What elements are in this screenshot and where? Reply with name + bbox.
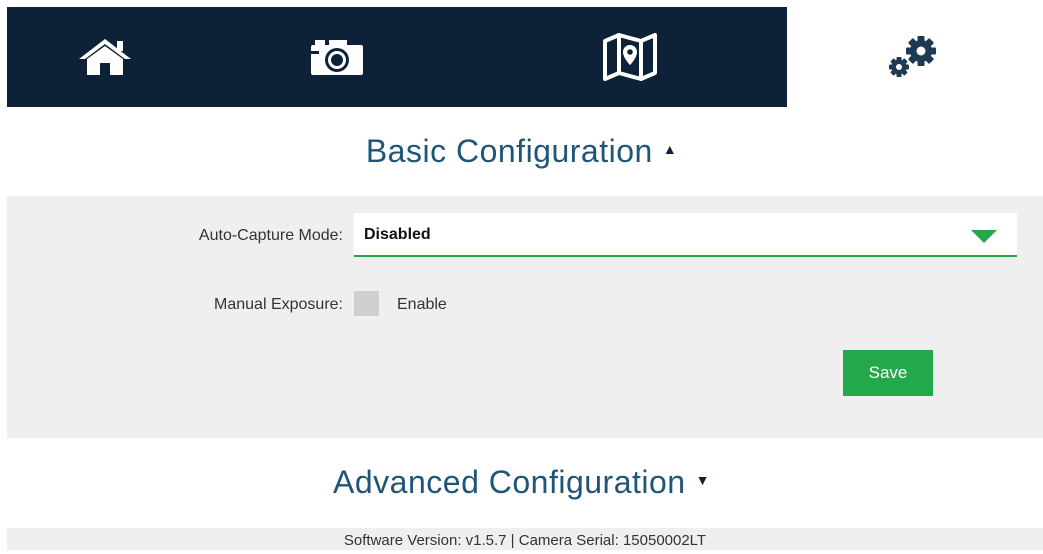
settings-gears-icon	[887, 35, 943, 79]
nav-tab-settings[interactable]	[787, 7, 1043, 107]
home-icon	[77, 37, 133, 77]
nav-tab-home[interactable]	[7, 7, 202, 107]
auto-capture-mode-value: Disabled	[364, 226, 431, 243]
dropdown-arrow-icon	[971, 230, 997, 243]
auto-capture-mode-select[interactable]: Disabled	[354, 213, 1017, 257]
nav-tab-map[interactable]	[472, 7, 787, 107]
top-nav-bar	[7, 7, 1043, 107]
footer-version-info: Software Version: v1.5.7 | Camera Serial…	[7, 528, 1043, 550]
manual-exposure-checkbox[interactable]	[354, 291, 379, 316]
advanced-configuration-header[interactable]: Advanced Configuration ▼	[0, 464, 1043, 501]
advanced-configuration-title: Advanced Configuration	[333, 464, 686, 500]
manual-exposure-enable-label[interactable]: Enable	[397, 296, 447, 314]
auto-capture-mode-label: Auto-Capture Mode:	[198, 227, 343, 244]
basic-configuration-title: Basic Configuration	[365, 133, 653, 169]
camera-icon	[309, 37, 365, 77]
basic-configuration-header[interactable]: Basic Configuration ▲	[0, 133, 1043, 170]
manual-exposure-label: Manual Exposure:	[214, 296, 343, 313]
save-button[interactable]: Save	[843, 350, 933, 396]
nav-tab-camera[interactable]	[202, 7, 472, 107]
map-icon	[602, 33, 657, 81]
caret-up-icon: ▲	[662, 141, 678, 157]
caret-down-icon: ▼	[695, 472, 710, 488]
basic-configuration-panel: Auto-Capture Mode: Disabled Manual Expos…	[7, 196, 1043, 438]
